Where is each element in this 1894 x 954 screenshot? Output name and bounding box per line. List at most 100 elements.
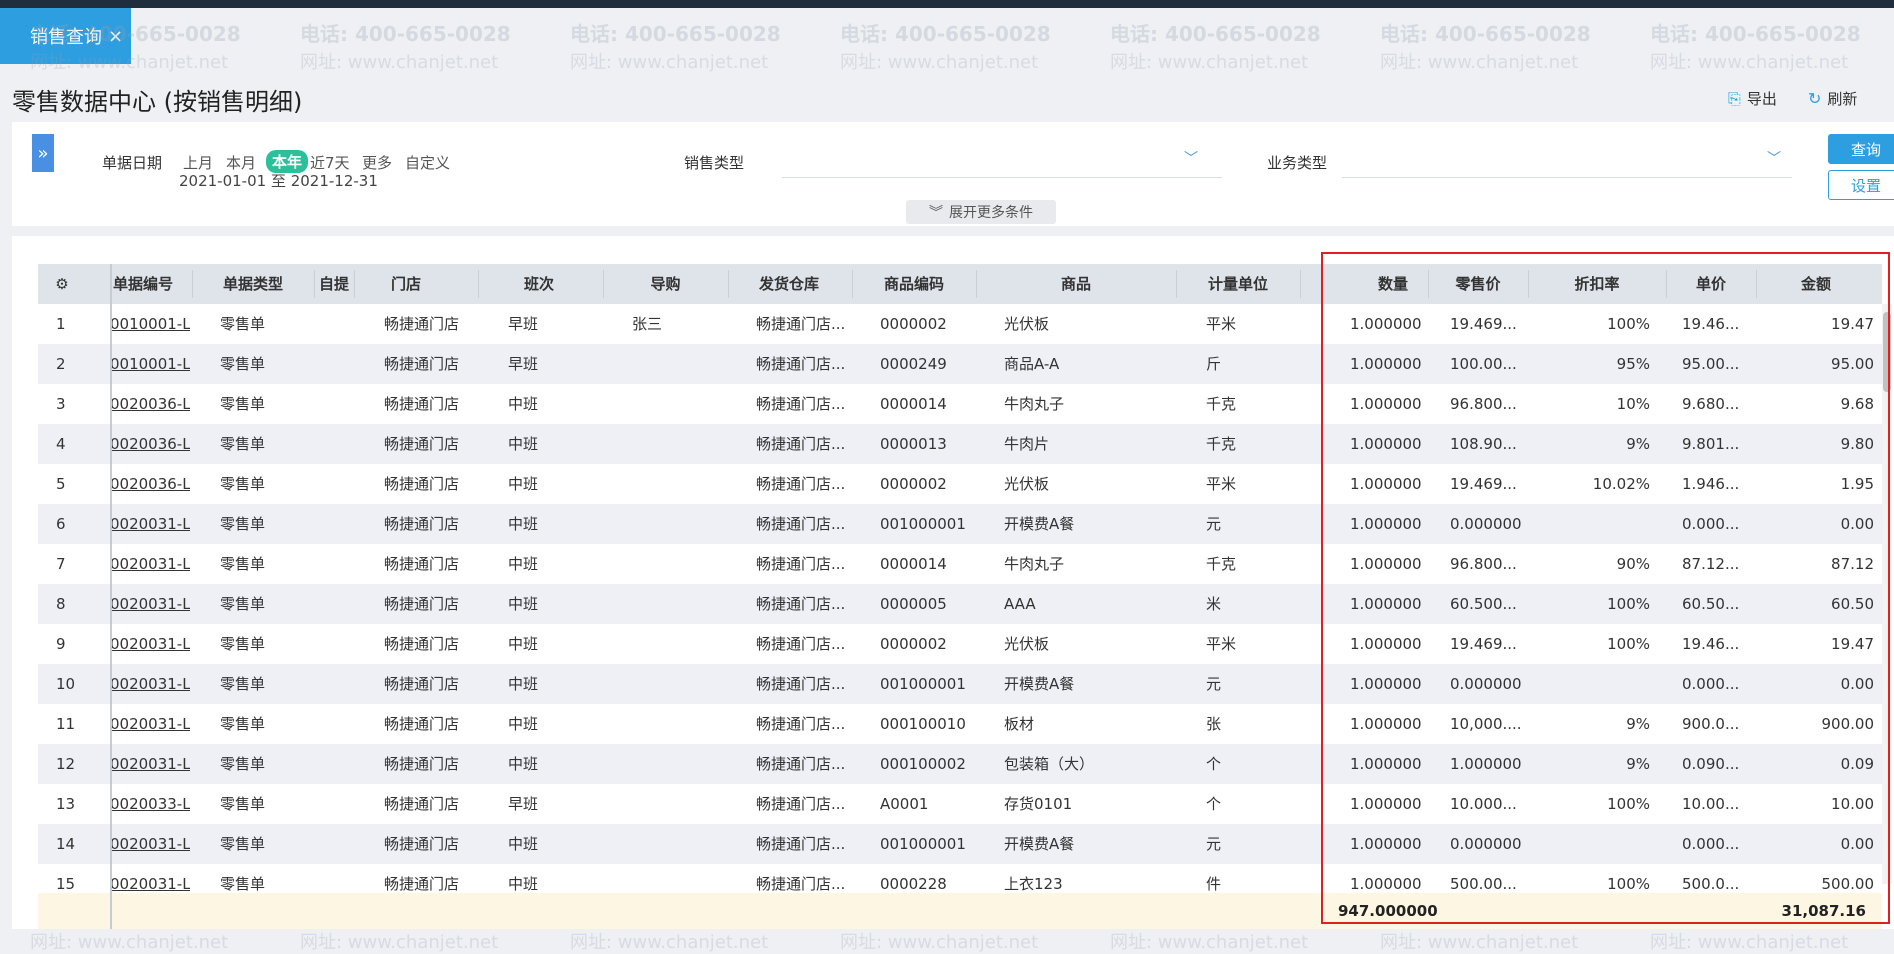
watermark-site: 网址: www.chanjet.net xyxy=(1380,52,1579,73)
cell-unitp: 9.801... xyxy=(1682,435,1740,453)
table-row[interactable]: 7 0020031-LS- 零售单 畅捷通门店 中班 畅捷通门店... 0000014 牛肉丸… xyxy=(38,544,1882,584)
cell-no[interactable]: 0020031-LS- xyxy=(110,584,190,624)
cell-no[interactable]: 0020031-LS- xyxy=(110,704,190,744)
cell-price: 10.000... xyxy=(1450,795,1517,813)
total-qty: 947.000000 xyxy=(1338,902,1438,920)
col-header-discount[interactable]: 折扣率 xyxy=(1528,264,1666,304)
cell-store: 畅捷通门店 xyxy=(384,355,460,373)
col-header-pickup[interactable]: 自提点 xyxy=(314,264,354,304)
cell-type: 零售单 xyxy=(220,595,266,613)
col-header-warehouse[interactable]: 发货仓库 xyxy=(728,264,850,304)
col-header-item[interactable]: 商品 xyxy=(976,264,1176,304)
cell-wh: 畅捷通门店... xyxy=(756,795,846,813)
cell-price: 19.469... xyxy=(1450,475,1517,493)
cell-n: 3 xyxy=(56,395,66,413)
cell-item: 开模费A餐 xyxy=(1004,515,1075,533)
cell-wh: 畅捷通门店... xyxy=(756,755,846,773)
cell-n: 14 xyxy=(56,835,76,853)
cell-code: 0000013 xyxy=(880,435,947,453)
cell-no[interactable]: 0020031-LS- xyxy=(110,544,190,584)
cell-unitp: 95.00... xyxy=(1682,355,1740,373)
cell-guide xyxy=(632,744,712,784)
cell-price: 100.00... xyxy=(1450,355,1517,373)
cell-no[interactable]: 0020036-LS- xyxy=(110,464,190,504)
col-divider[interactable] xyxy=(1300,270,1301,298)
cell-amt: 19.47 xyxy=(1831,635,1874,653)
cell-no[interactable]: 0020031-LS- xyxy=(110,824,190,864)
cell-store: 畅捷通门店 xyxy=(384,675,460,693)
cell-price: 1.000000 xyxy=(1450,755,1522,773)
settings-button[interactable]: 设置 xyxy=(1828,170,1894,200)
col-header-item-code[interactable]: 商品编码 xyxy=(852,264,976,304)
export-button[interactable]: ⎘ 导出 xyxy=(1728,88,1777,109)
col-header-unit[interactable]: 计量单位 xyxy=(1176,264,1300,304)
cell-no[interactable]: 0020036-LS- xyxy=(110,384,190,424)
vertical-scrollbar[interactable] xyxy=(1882,304,1892,884)
cell-no[interactable]: 0010001-LS- xyxy=(110,344,190,384)
cell-item: AAA xyxy=(1004,595,1036,613)
cell-wh: 畅捷通门店... xyxy=(756,555,846,573)
cell-shift: 中班 xyxy=(508,635,539,653)
col-header-store[interactable]: 门店 xyxy=(354,264,458,304)
cell-no[interactable]: 0010001-LS- xyxy=(110,304,190,344)
cell-no[interactable]: 0020031-LS- xyxy=(110,504,190,544)
table-row[interactable]: 1 0010001-LS- 零售单 畅捷通门店 早班 张三 畅捷通门店... 0000002 光… xyxy=(38,304,1882,344)
col-header-doc-no[interactable]: 单据编号 xyxy=(108,264,178,304)
cell-shift: 中班 xyxy=(508,755,539,773)
cell-shift: 中班 xyxy=(508,595,539,613)
totals-row: 947.000000 31,087.16 xyxy=(38,893,1882,929)
watermark-phone: 电话: 400-665-0028 xyxy=(840,22,1051,46)
cell-unitp: 19.46... xyxy=(1682,635,1740,653)
cell-code: 000100010 xyxy=(880,715,966,733)
expand-more-button[interactable]: ︾ 展开更多条件 xyxy=(906,200,1056,224)
chevron-down-icon[interactable]: ﹀ xyxy=(1767,148,1781,168)
cell-amt: 9.80 xyxy=(1840,435,1874,453)
table-row[interactable]: 14 0020031-LS- 零售单 畅捷通门店 中班 畅捷通门店... 001000001… xyxy=(38,824,1882,864)
col-header-shift[interactable]: 班次 xyxy=(478,264,600,304)
cell-disc: 100% xyxy=(1607,315,1650,333)
table-row[interactable]: 2 0010001-LS- 零售单 畅捷通门店 早班 畅捷通门店... 0000249 商品A… xyxy=(38,344,1882,384)
table-row[interactable]: 8 0020031-LS- 零售单 畅捷通门店 中班 畅捷通门店... 0000005 AAA… xyxy=(38,584,1882,624)
table-row[interactable]: 4 0020036-LS- 零售单 畅捷通门店 中班 畅捷通门店... 0000013 牛肉片… xyxy=(38,424,1882,464)
sales-type-select[interactable] xyxy=(782,177,1222,178)
col-header-doc-type[interactable]: 单据类型 xyxy=(208,264,298,304)
cell-price: 19.469... xyxy=(1450,635,1517,653)
cell-no[interactable]: 0020031-LS- xyxy=(110,744,190,784)
cell-shift: 早班 xyxy=(508,355,539,373)
table-row[interactable]: 12 0020031-LS- 零售单 畅捷通门店 中班 畅捷通门店... 000100002… xyxy=(38,744,1882,784)
chevron-down-icon[interactable]: ﹀ xyxy=(1184,148,1198,168)
scrollbar-thumb[interactable] xyxy=(1883,312,1891,392)
cell-price: 96.800... xyxy=(1450,555,1517,573)
col-header-amount[interactable]: 金额 xyxy=(1756,264,1876,304)
col-header-retail-price[interactable]: 零售价 xyxy=(1428,264,1528,304)
table-row[interactable]: 11 0020031-LS- 零售单 畅捷通门店 中班 畅捷通门店... 000100010… xyxy=(38,704,1882,744)
table-row[interactable]: 13 0020033-LS- 零售单 畅捷通门店 早班 畅捷通门店... A0001 存货01… xyxy=(38,784,1882,824)
table-row[interactable]: 9 0020031-LS- 零售单 畅捷通门店 中班 畅捷通门店... 0000002 光伏板… xyxy=(38,624,1882,664)
col-header-unit-price[interactable]: 单价 xyxy=(1666,264,1756,304)
cell-no[interactable]: 0020036-LS- xyxy=(110,424,190,464)
table-row[interactable]: 10 0020031-LS- 零售单 畅捷通门店 中班 畅捷通门店... 001000001… xyxy=(38,664,1882,704)
cell-no[interactable]: 0020031-LS- xyxy=(110,664,190,704)
query-button[interactable]: 查询 xyxy=(1828,134,1894,164)
cell-disc xyxy=(1548,824,1650,864)
watermark-site: 网址: www.chanjet.net xyxy=(1110,52,1309,73)
table-row[interactable]: 3 0020036-LS- 零售单 畅捷通门店 中班 畅捷通门店... 0000014 牛肉丸… xyxy=(38,384,1882,424)
tab-sales-query[interactable]: 销售查询 × xyxy=(0,8,131,64)
cell-unit: 斤 xyxy=(1206,355,1222,373)
close-icon[interactable]: × xyxy=(108,26,123,47)
col-header-guide[interactable]: 导购 xyxy=(603,264,728,304)
cell-store: 畅捷通门店 xyxy=(384,795,460,813)
cell-no[interactable]: 0020033-LS- xyxy=(110,784,190,824)
table-row[interactable]: 5 0020036-LS- 零售单 畅捷通门店 中班 畅捷通门店... 0000002 光伏板… xyxy=(38,464,1882,504)
column-settings-icon[interactable]: ⚙ xyxy=(50,264,74,304)
watermark-site: 网址: www.chanjet.net xyxy=(1380,932,1579,953)
quick-custom[interactable]: 自定义 xyxy=(405,152,450,173)
table-row[interactable]: 6 0020031-LS- 零售单 畅捷通门店 中班 畅捷通门店... 001000001 开… xyxy=(38,504,1882,544)
cell-no[interactable]: 0020031-LS- xyxy=(110,624,190,664)
cell-wh: 畅捷通门店... xyxy=(756,715,846,733)
col-divider[interactable] xyxy=(192,270,193,298)
watermark-site: 网址: www.chanjet.net xyxy=(1650,52,1849,73)
biz-type-select[interactable] xyxy=(1342,177,1792,178)
refresh-button[interactable]: ↻ 刷新 xyxy=(1808,88,1857,109)
expand-sidebar-icon[interactable]: » xyxy=(32,134,54,172)
